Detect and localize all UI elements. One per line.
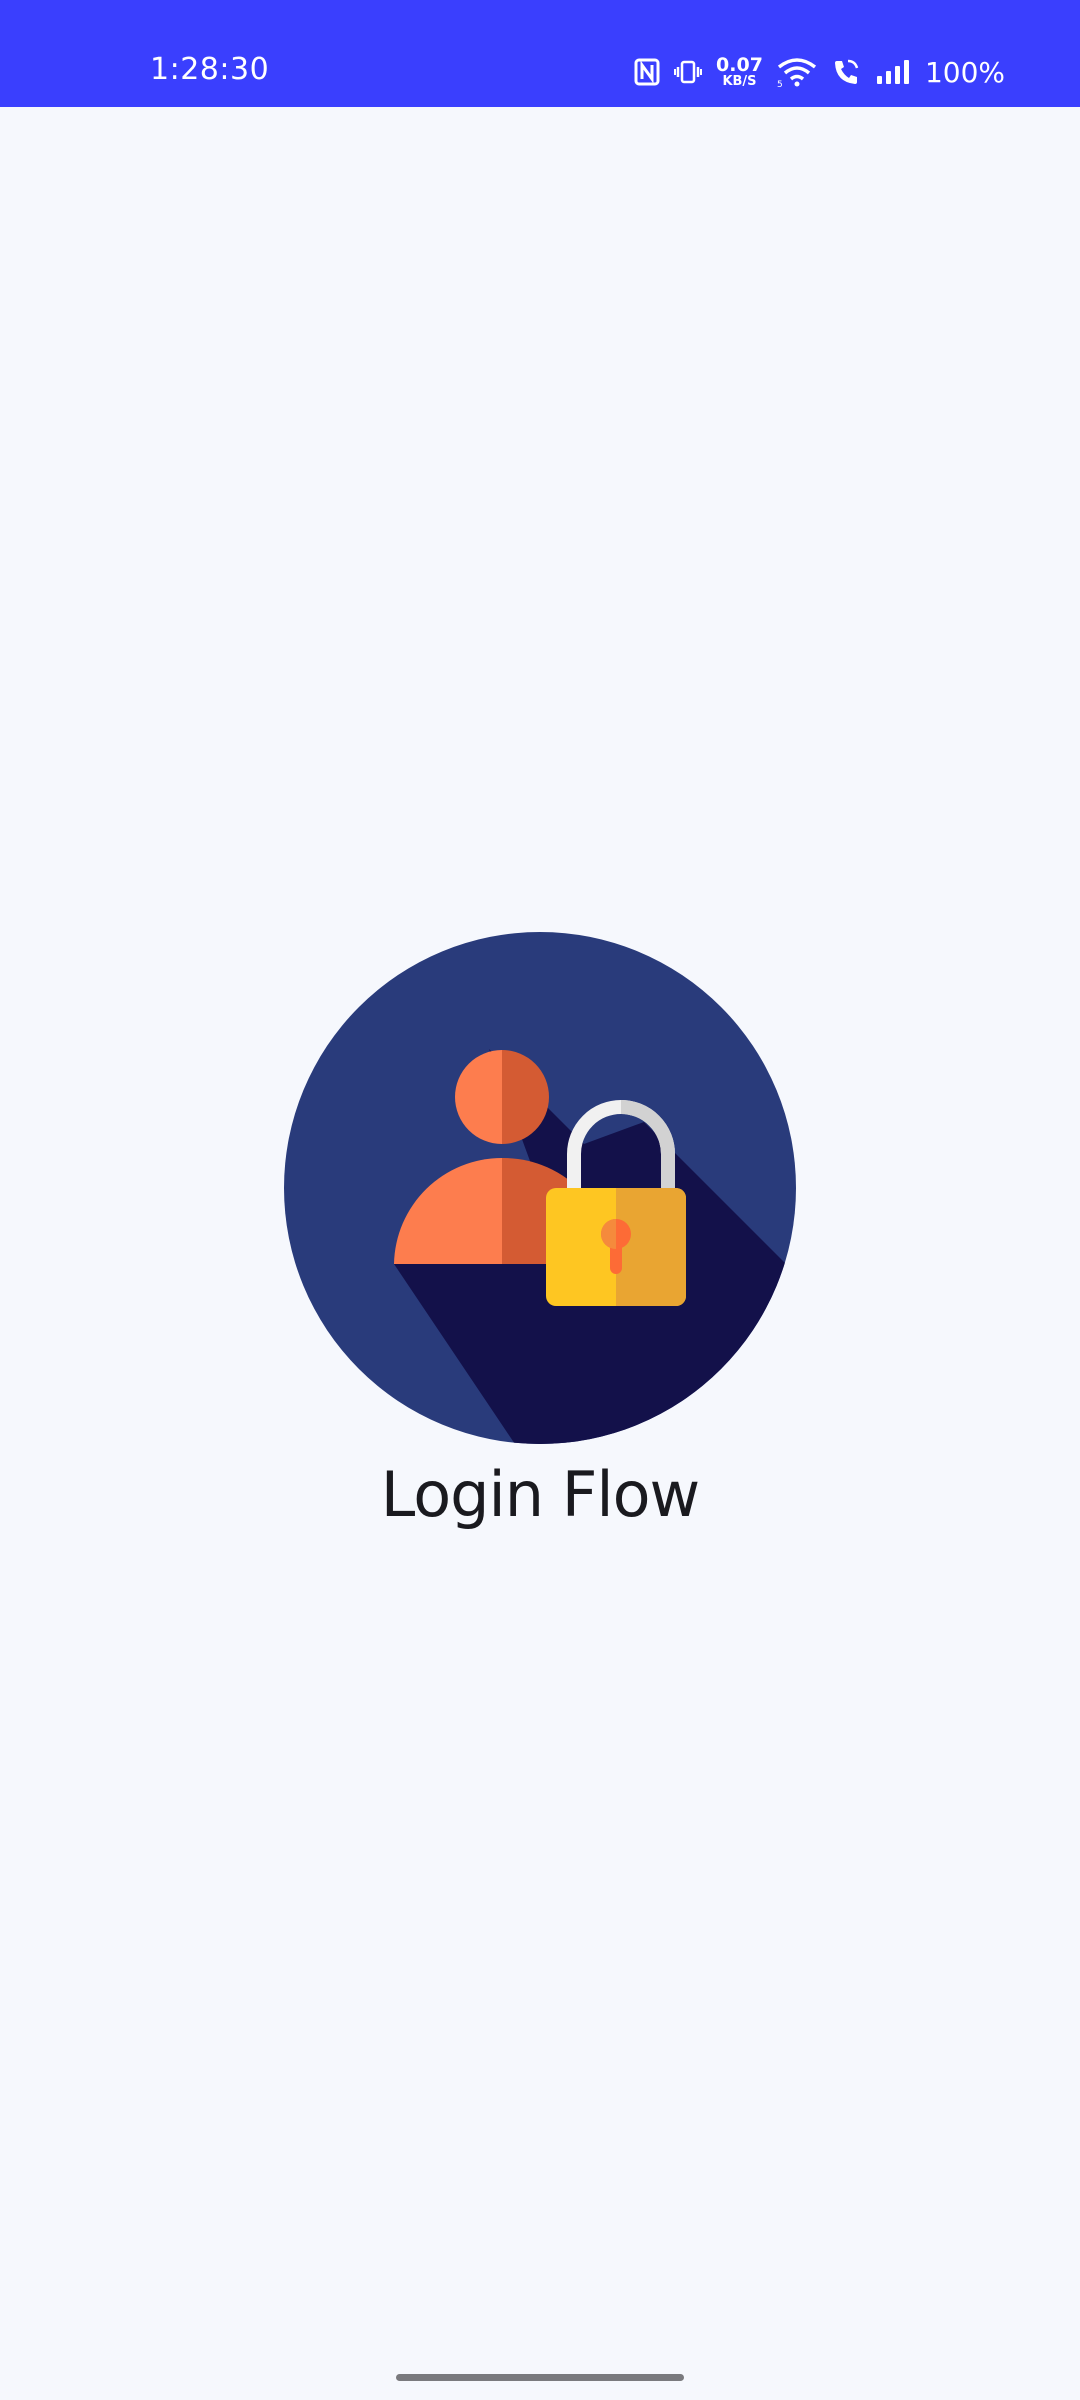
status-icons: 0.07 KB/S 5 100% [634,52,1005,92]
signal-icon [875,58,911,86]
network-speed: 0.07 KB/S [716,54,763,89]
wifi-call-icon [831,57,861,87]
nfc-icon [634,58,660,86]
status-bar: 1:28:30 0.07 KB/S 5 100% [0,0,1080,107]
splash-content: Login Flow [0,932,1080,1531]
user-lock-icon [284,932,796,1444]
vibrate-icon [674,58,703,86]
svg-text:5: 5 [777,80,783,87]
wifi-icon: 5 [777,57,817,87]
network-speed-value: 0.07 [716,54,763,76]
network-speed-unit: KB/S [722,74,757,89]
battery-level: 100% [924,55,1005,89]
status-time: 1:28:30 [150,52,270,87]
home-indicator[interactable] [396,2374,684,2381]
app-title: Login Flow [380,1458,700,1531]
